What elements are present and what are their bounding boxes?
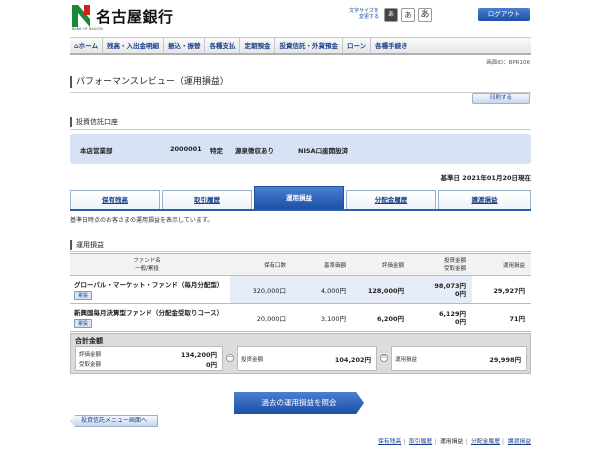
nav-cell: 4,000円 xyxy=(292,275,352,304)
screen-id: 画面ID：BPR106 xyxy=(486,60,530,66)
footer-link-holdings[interactable]: 保有残高 xyxy=(378,439,401,445)
pl-cell: 71円 xyxy=(472,303,531,332)
past-pl-button[interactable]: 過去の運用損益を照会 xyxy=(234,392,364,414)
total-pl: 29,998円 xyxy=(489,356,521,364)
col-nav: 基準価額 xyxy=(292,253,352,276)
tab-transfer-pl[interactable]: 譲渡損益 xyxy=(438,190,531,209)
font-size-medium-button[interactable]: あ xyxy=(401,8,415,22)
valuation-cell: 6,200円 xyxy=(352,303,410,332)
total-valuation: 134,200円 xyxy=(180,351,217,359)
equals-icon: ＝ xyxy=(380,354,388,362)
font-size-large-button[interactable]: あ xyxy=(418,8,432,22)
fund-name-cell: グローバル・マーケット・ファンド（毎月分配型） 累投 xyxy=(70,275,230,304)
col-units: 保有口数 xyxy=(230,253,292,276)
footer-link-transfer-pl[interactable]: 譲渡損益 xyxy=(508,439,531,445)
font-size-small-button[interactable]: あ xyxy=(384,8,398,22)
invest-label: 投資金額 xyxy=(241,357,264,363)
account-type: 特定 xyxy=(210,147,223,155)
fund-name: グローバル・マーケット・ファンド（毎月分配型） xyxy=(74,281,224,289)
account-number: 2000001 xyxy=(170,145,202,153)
branch-name: 本店営業部 xyxy=(80,147,113,155)
valuation-cell: 128,000円 xyxy=(352,275,410,304)
total-invest-box: 投資金額 104,202円 xyxy=(237,346,377,371)
fund-name-cell: 新興国毎月決算型ファンド（分配金受取りコース） 累投 xyxy=(70,303,230,332)
bank-logo-icon xyxy=(72,5,90,27)
global-nav: ⌂ホーム 残高・入出金明細 振込・振替 各種支払 定期預金 投資信託・外貨預金 … xyxy=(70,37,531,55)
footer-link-dividends[interactable]: 分配金履歴 xyxy=(471,439,500,445)
accum-badge: 累投 xyxy=(74,319,93,328)
col-fund: ファンド名 一般/累投 xyxy=(70,253,230,276)
tab-bar: 保有残高 取引履歴 運用損益 分配金履歴 譲渡損益 xyxy=(70,186,531,211)
footer-link-history[interactable]: 取引履歴 xyxy=(409,439,432,445)
tab-history[interactable]: 取引履歴 xyxy=(162,190,252,209)
header: 名古屋銀行 BANK OF NAGOYA 文字サイズを変更する あ あ あ ログ… xyxy=(0,0,600,36)
bank-sub: BANK OF NAGOYA xyxy=(72,27,104,31)
col-valuation: 評価金額 xyxy=(352,253,410,276)
account-info: 本店営業部 2000001 特定 源泉徴収あり NISA口座開設済 xyxy=(70,134,531,164)
font-size-label: 文字サイズを変更する xyxy=(349,8,379,20)
table-header-row: ファンド名 一般/累投 保有口数 基準価額 評価金額 投資金額 受取金額 運用損益 xyxy=(70,253,531,276)
nav-investment[interactable]: 投資信託・外貨預金 xyxy=(275,38,343,53)
logout-button[interactable]: ログアウト xyxy=(478,8,530,21)
bank-name: 名古屋銀行 xyxy=(96,8,174,26)
table-row: 新興国毎月決算型ファンド（分配金受取りコース） 累投 20,000口 3,100円… xyxy=(70,303,531,332)
accum-badge: 累投 xyxy=(74,291,93,300)
nav-transfer[interactable]: 振込・振替 xyxy=(164,38,206,53)
fund-name: 新興国毎月決算型ファンド（分配金受取りコース） xyxy=(74,309,224,317)
units-cell: 320,000口 xyxy=(230,275,292,304)
total-invest: 104,202円 xyxy=(334,356,371,364)
page-title: パフォーマンスレビュー（運用損益） xyxy=(70,76,229,88)
nav-cell: 3,100円 xyxy=(292,303,352,332)
tab-dividends[interactable]: 分配金履歴 xyxy=(346,190,436,209)
investment-menu-button[interactable]: 投資信託メニュー画面へ xyxy=(70,415,158,427)
nav-home[interactable]: ⌂ホーム xyxy=(70,38,103,53)
valuation-label: 評価金額 xyxy=(79,352,102,358)
nav-balance[interactable]: 残高・入出金明細 xyxy=(103,38,164,53)
total-receive: 0円 xyxy=(205,361,217,369)
total-pl-box: 運用損益 29,998円 xyxy=(391,346,527,371)
footer-link-pl: 運用損益 xyxy=(440,439,464,445)
nav-loan[interactable]: ローン xyxy=(343,38,372,53)
tab-holdings[interactable]: 保有残高 xyxy=(70,190,160,209)
print-button[interactable]: 印刷する xyxy=(472,93,530,104)
pl-label: 運用損益 xyxy=(395,357,418,363)
table-row: グローバル・マーケット・ファンド（毎月分配型） 累投 320,000口 4,000… xyxy=(70,275,531,304)
tab-pl[interactable]: 運用損益 xyxy=(254,186,344,209)
divider xyxy=(70,251,531,252)
minus-icon: － xyxy=(226,354,234,362)
total-title: 合計金額 xyxy=(75,337,103,345)
pl-section-title: 運用損益 xyxy=(70,240,104,250)
description: 基準日時点のお客さまの運用損益を表示しています。 xyxy=(70,217,214,224)
pl-cell: 29,927円 xyxy=(472,275,531,304)
col-invest: 投資金額 受取金額 xyxy=(410,253,472,276)
footer-links: 保有残高 | 取引履歴 | 運用損益 | 分配金履歴 | 譲渡損益 xyxy=(378,439,531,445)
invest-cell: 6,129円 0円 xyxy=(410,303,472,332)
account-section-title: 投資信託口座 xyxy=(70,117,118,127)
nisa-status: NISA口座開設済 xyxy=(298,147,349,155)
nav-payment[interactable]: 各種支払 xyxy=(205,38,241,53)
nav-deposit[interactable]: 定期預金 xyxy=(240,38,276,53)
total-panel: 合計金額 評価金額 受取金額 134,200円 0円 － 投資金額 104,20… xyxy=(70,333,531,374)
pl-table: ファンド名 一般/累投 保有口数 基準価額 評価金額 投資金額 受取金額 運用損益 … xyxy=(70,253,531,332)
nav-procedures[interactable]: 各種手続き xyxy=(371,38,412,53)
withholding-status: 源泉徴収あり xyxy=(235,147,274,155)
divider xyxy=(70,92,531,93)
units-cell: 20,000口 xyxy=(230,303,292,332)
receive-label: 受取金額 xyxy=(79,362,102,368)
col-pl: 運用損益 xyxy=(472,253,531,276)
total-valuation-box: 評価金額 受取金額 134,200円 0円 xyxy=(75,346,223,371)
base-date: 基準日 2021年01月20日現在 xyxy=(440,174,531,182)
invest-cell: 98,073円 0円 xyxy=(410,275,472,304)
divider xyxy=(70,129,531,130)
